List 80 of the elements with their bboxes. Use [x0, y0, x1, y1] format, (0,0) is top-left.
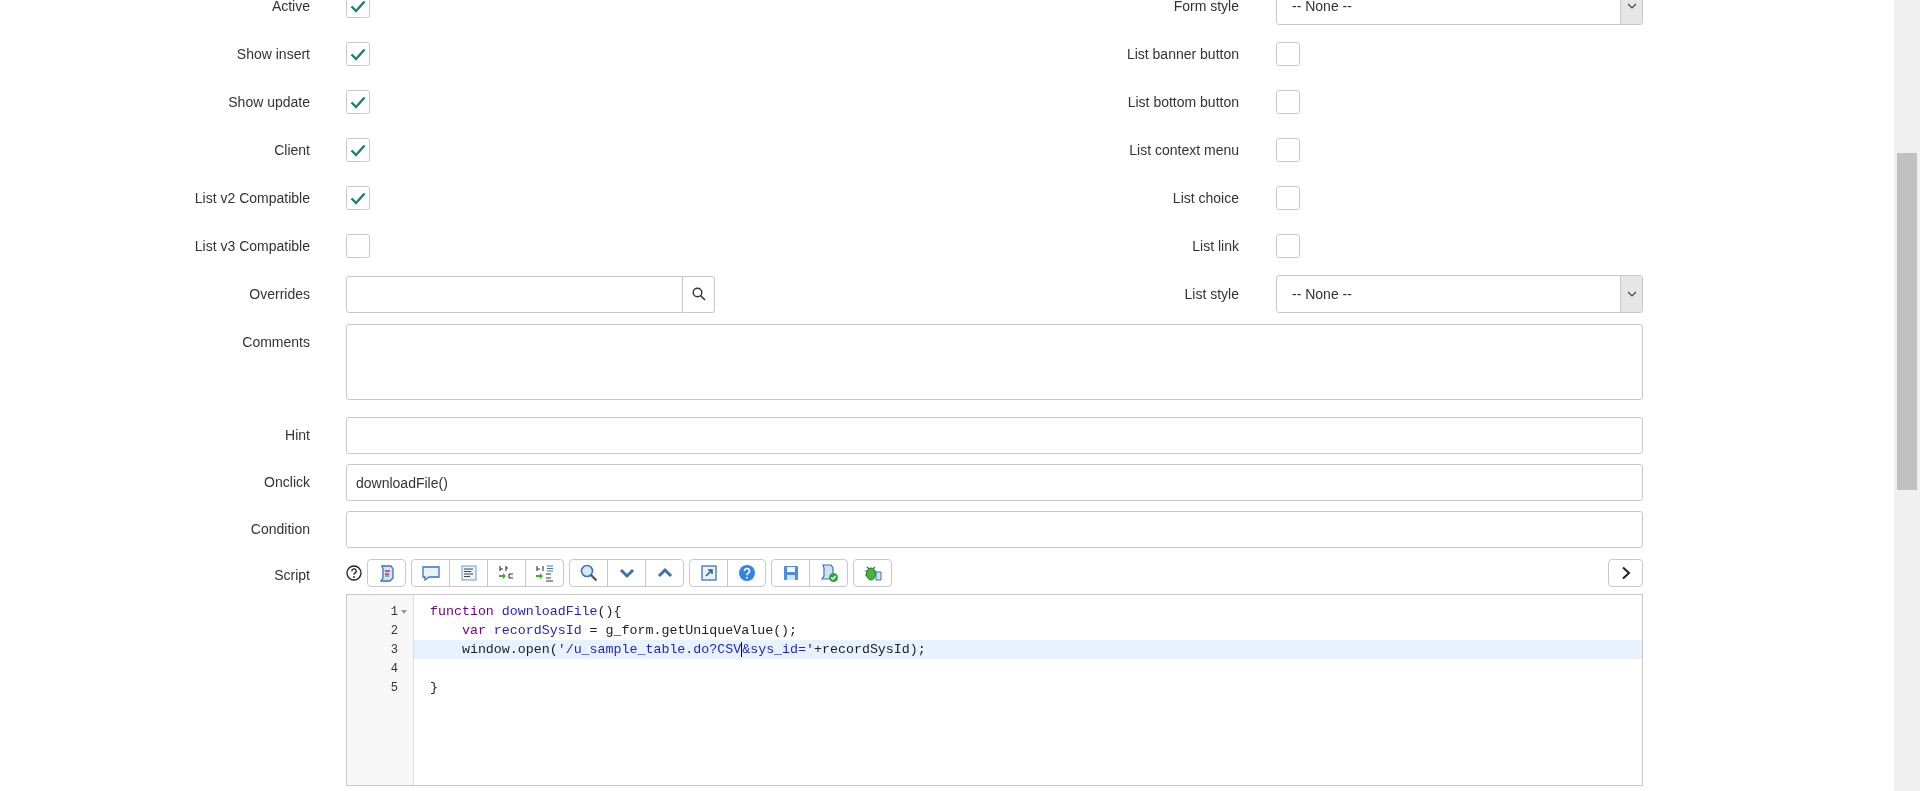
select-field[interactable]: -- None -- — [1276, 275, 1643, 313]
text-input[interactable]: downloadFile() — [346, 464, 1643, 501]
scroll-check-icon — [818, 563, 839, 583]
checkbox[interactable] — [1276, 42, 1300, 66]
select-field[interactable]: -- None -- — [1276, 0, 1643, 25]
toolbar-button[interactable] — [645, 559, 684, 587]
toolbar-button[interactable] — [853, 559, 892, 587]
line-number: 5 — [390, 679, 398, 697]
checkbox[interactable] — [346, 0, 370, 18]
checkbox[interactable] — [346, 234, 370, 258]
field-label: List v2 Compatible — [193, 188, 310, 208]
line-number: 2 — [390, 622, 398, 640]
chevron-down-icon — [1626, 291, 1637, 297]
chevron-down-icon — [1626, 3, 1637, 9]
line-number: 3 — [390, 641, 398, 659]
checkbox[interactable] — [1276, 234, 1300, 258]
toolbar-button[interactable] — [727, 559, 766, 587]
checkmark-icon — [350, 47, 366, 61]
field-label: Client — [273, 140, 310, 160]
code-line: var recordSysId = g_form.getUniqueValue(); — [460, 621, 798, 640]
checkmark-icon — [350, 191, 366, 205]
help-icon — [736, 563, 757, 583]
code-line: } — [430, 678, 438, 697]
checkbox[interactable] — [1276, 90, 1300, 114]
toolbar-button[interactable] — [525, 559, 564, 587]
search-button[interactable] — [683, 275, 715, 313]
line-number: 1 — [390, 603, 398, 621]
toolbar-button[interactable] — [607, 559, 646, 587]
checkmark-icon — [350, 0, 366, 13]
field-label: Show update — [227, 92, 310, 112]
search-icon — [691, 287, 706, 301]
field-label: List choice — [1171, 188, 1239, 208]
line-number: 4 — [390, 660, 398, 678]
field-label: List style — [1183, 284, 1239, 304]
code-editor[interactable]: 1 2 3 4 5 function downloadFile(){ var recordSysId = g_form.getUniqueValue(); window.open('/u_sample_table.do?CSV&sys_id='+recordSysId); } — [346, 594, 1643, 786]
toolbar-button[interactable] — [569, 559, 608, 587]
field-label: List banner button — [1125, 44, 1239, 64]
toolbar-button[interactable] — [367, 559, 406, 587]
text-lines-icon — [458, 563, 479, 583]
field-label: Script — [273, 566, 310, 585]
text-input[interactable] — [346, 511, 1643, 548]
toolbar-button[interactable] — [411, 559, 450, 587]
field-label: Form style — [1172, 0, 1239, 16]
checkbox[interactable] — [346, 42, 370, 66]
toolbar-button[interactable] — [449, 559, 488, 587]
checkbox[interactable] — [1276, 138, 1300, 162]
field-label: Hint — [284, 426, 310, 445]
checkbox[interactable] — [346, 138, 370, 162]
checkbox[interactable] — [346, 186, 370, 210]
field-label: List bottom button — [1126, 92, 1239, 112]
scrollbar-thumb[interactable] — [1897, 153, 1917, 490]
replace-all-icon — [534, 563, 555, 583]
text-input[interactable] — [346, 417, 1643, 454]
toolbar-button[interactable] — [809, 559, 848, 587]
help-icon[interactable] — [346, 565, 362, 581]
comments-textarea[interactable] — [346, 324, 1643, 400]
code-line: function downloadFile(){ — [430, 602, 622, 621]
magnifier-icon — [578, 563, 599, 583]
toolbar-button[interactable] — [689, 559, 728, 587]
field-label: Condition — [249, 520, 310, 539]
checkbox[interactable] — [1276, 186, 1300, 210]
field-label: Comments — [241, 333, 310, 352]
checkbox[interactable] — [346, 90, 370, 114]
field-label: List link — [1191, 236, 1239, 256]
field-label: Active — [270, 0, 310, 16]
chevron-right-icon — [1620, 566, 1631, 580]
field-label: Onclick — [263, 473, 310, 492]
code-line: window.open('/u_sample_table.do?CSV&sys_id='+recordSysId); — [460, 640, 926, 659]
expand-button[interactable] — [1608, 559, 1643, 587]
toolbar-button[interactable] — [771, 559, 810, 587]
field-label: List context menu — [1128, 140, 1239, 160]
fold-triangle-icon[interactable] — [401, 609, 407, 614]
field-label: List v3 Compatible — [193, 236, 310, 256]
field-label: Overrides — [248, 284, 310, 304]
checkmark-icon — [350, 143, 366, 157]
speech-bubble-icon — [420, 563, 441, 583]
field-label: Show insert — [235, 44, 310, 64]
toolbar-button[interactable] — [487, 559, 526, 587]
reference-input[interactable] — [346, 275, 683, 313]
checkmark-icon — [350, 95, 366, 109]
